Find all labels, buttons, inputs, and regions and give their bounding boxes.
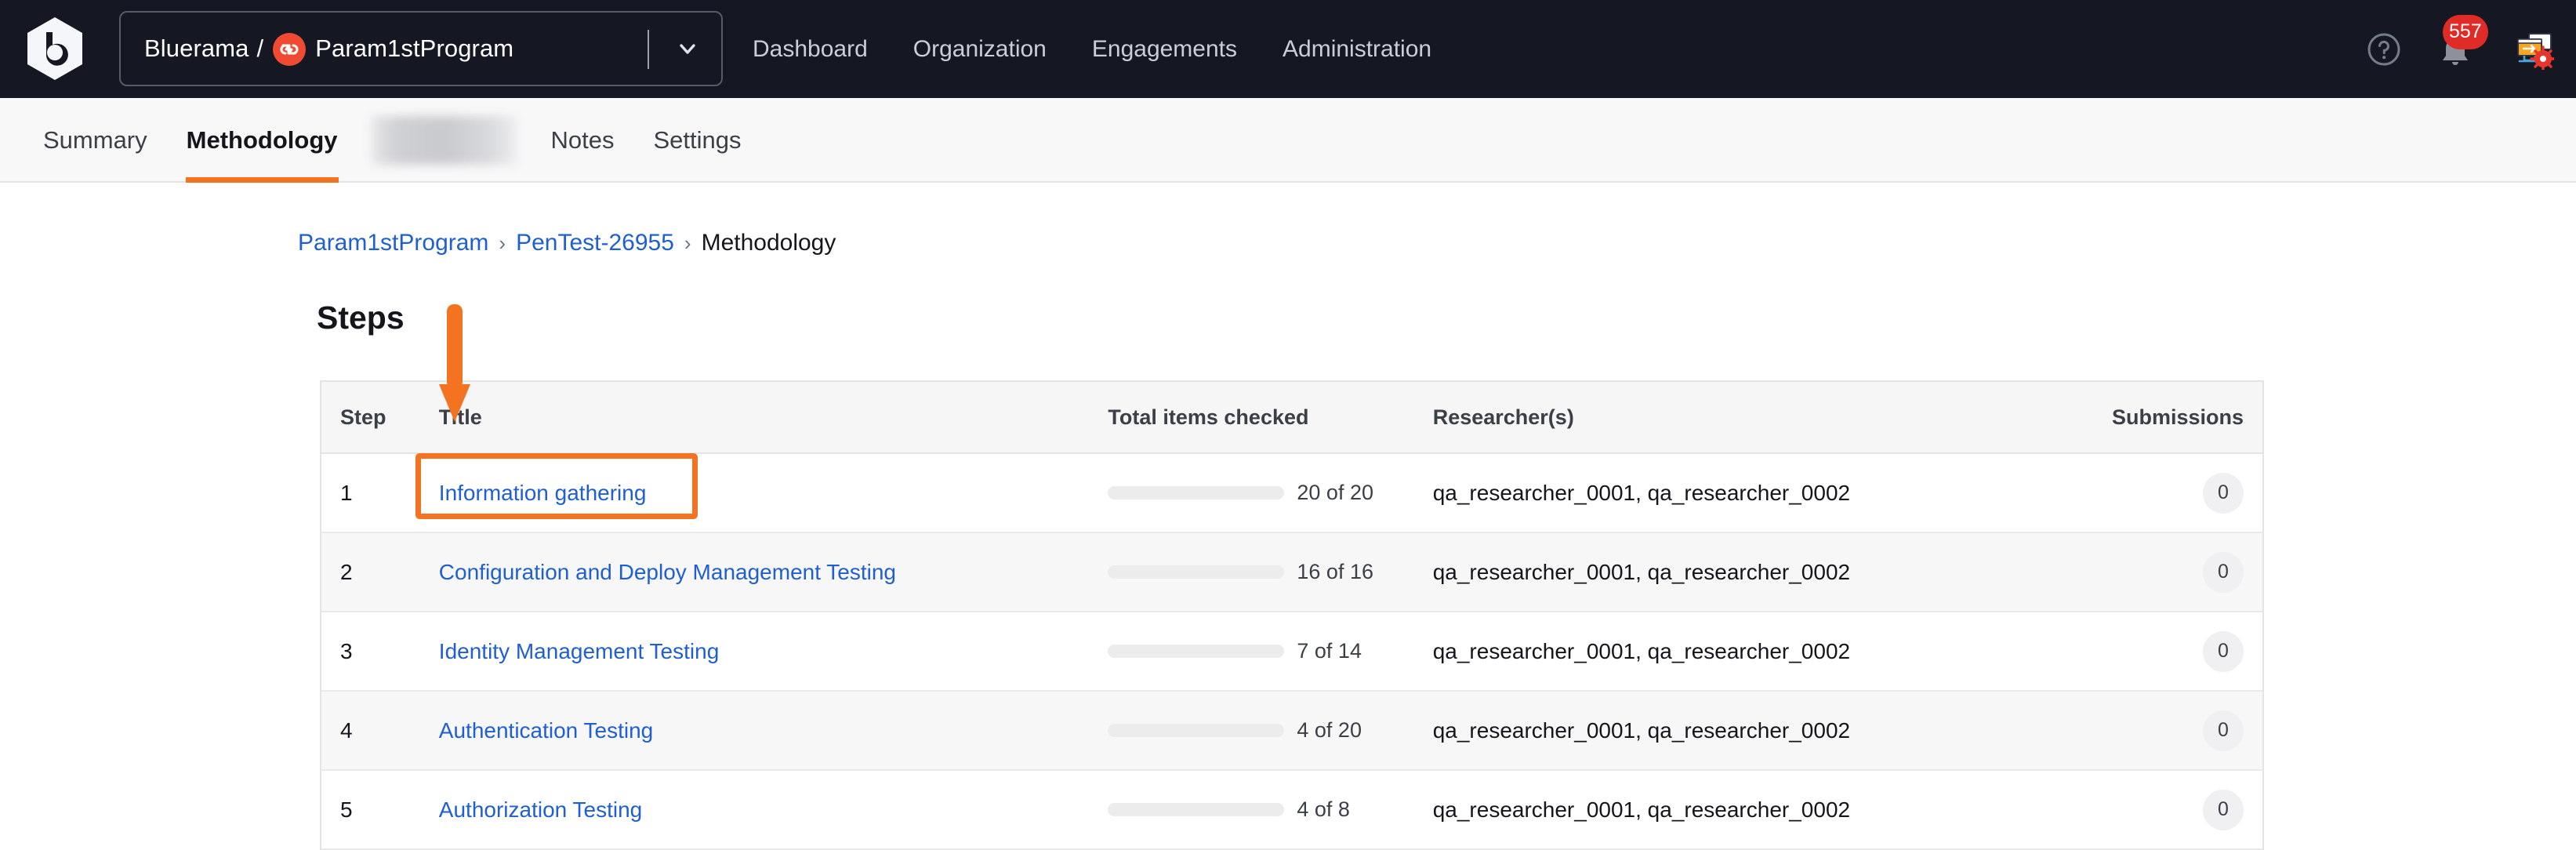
submissions-badge: 0 — [2203, 710, 2244, 751]
cell-title-link[interactable]: Configuration and Deploy Management Test… — [439, 560, 896, 584]
progress-label: 16 of 16 — [1297, 560, 1373, 583]
progress-bar — [1108, 724, 1285, 737]
cell-title-link[interactable]: Authentication Testing — [439, 718, 653, 743]
column-header-researchers: Researcher(s) — [1432, 405, 1574, 429]
column-header-submissions: Submissions — [2111, 405, 2244, 429]
cell-step: 3 — [340, 638, 353, 663]
nav-link-organization[interactable]: Organization — [913, 36, 1047, 63]
cell-total-items: 16 of 16 — [1108, 560, 1432, 584]
nav-link-dashboard[interactable]: Dashboard — [753, 36, 868, 63]
tab-notes-label: Notes — [550, 126, 615, 154]
notification-count-badge: 557 — [2443, 14, 2488, 49]
progress-label: 4 of 8 — [1297, 797, 1350, 821]
cell-step: 1 — [340, 480, 353, 505]
breadcrumb-item-methodology: Methodology — [701, 230, 836, 256]
cell-submissions: 0 — [2102, 710, 2262, 751]
table-header-row: Step Title Total items checked Researche… — [321, 382, 2262, 454]
bugcrowd-hexagon-logo — [27, 17, 82, 80]
table-row[interactable]: 1 Information gathering 20 of 20 qa_rese… — [321, 454, 2262, 533]
progress-bar — [1108, 565, 1285, 579]
program-avatar-icon — [273, 33, 307, 66]
topnav-right-icons: 557 — [2366, 0, 2554, 98]
cell-title-link[interactable]: Identity Management Testing — [439, 639, 719, 663]
breadcrumb-separator: › — [499, 231, 506, 255]
submissions-badge: 0 — [2203, 630, 2244, 672]
help-circle-icon[interactable] — [2366, 31, 2402, 67]
org-name-label: Bluerama — [144, 35, 249, 62]
cell-submissions: 0 — [2102, 551, 2262, 593]
submissions-badge: 0 — [2203, 551, 2244, 593]
tab-methodology[interactable]: Methodology — [167, 98, 357, 183]
column-header-step: Step — [340, 405, 386, 429]
cell-total-items: 7 of 14 — [1108, 639, 1432, 663]
cell-submissions: 0 — [2102, 630, 2262, 672]
cell-researchers: qa_researcher_0001, qa_researcher_0002 — [1432, 480, 1851, 505]
page-tab-bar: Summary Methodology Notes Settings — [0, 98, 2576, 183]
org-program-switcher[interactable]: Bluerama / Param1stProgram — [119, 11, 723, 86]
tab-settings-label: Settings — [653, 126, 742, 154]
cell-researchers: qa_researcher_0001, qa_researcher_0002 — [1432, 797, 1851, 822]
table-row[interactable]: 2 Configuration and Deploy Management Te… — [321, 533, 2262, 612]
submissions-badge: 0 — [2203, 472, 2244, 514]
progress-bar — [1108, 645, 1285, 658]
chevron-down-icon[interactable] — [676, 37, 699, 60]
table-row[interactable]: 4 Authentication Testing 4 of 20 qa_rese… — [321, 692, 2262, 771]
notifications-button[interactable]: 557 — [2436, 14, 2488, 71]
progress-label: 20 of 20 — [1297, 481, 1373, 504]
progress-bar — [1108, 486, 1285, 499]
tab-summary-label: Summary — [43, 126, 147, 154]
cell-total-items: 4 of 8 — [1108, 797, 1432, 822]
cell-total-items: 4 of 20 — [1108, 718, 1432, 743]
breadcrumb-separator: › — [684, 231, 691, 255]
bugcrowd-logo[interactable] — [14, 9, 96, 88]
program-name-label: Param1stProgram — [315, 35, 514, 62]
switcher-divider — [648, 30, 649, 69]
tab-notes[interactable]: Notes — [532, 98, 634, 183]
breadcrumb-item-program[interactable]: Param1stProgram — [298, 230, 488, 256]
cell-researchers: qa_researcher_0001, qa_researcher_0002 — [1432, 638, 1851, 663]
breadcrumb: Param1stProgram › PenTest-26955 › Method… — [298, 230, 836, 256]
tab-summary[interactable]: Summary — [24, 98, 167, 183]
app-settings-icon[interactable] — [2513, 29, 2554, 70]
progress-label: 4 of 20 — [1297, 718, 1362, 742]
org-separator: / — [256, 35, 264, 62]
cell-step: 2 — [340, 559, 353, 584]
cell-total-items: 20 of 20 — [1108, 481, 1432, 505]
column-header-title: Title — [438, 405, 482, 429]
page-title: Steps — [317, 300, 405, 336]
tab-methodology-label: Methodology — [186, 126, 338, 154]
cell-submissions: 0 — [2102, 472, 2262, 514]
tab-list: Summary Methodology Notes Settings — [24, 98, 761, 183]
submissions-badge: 0 — [2203, 789, 2244, 830]
primary-nav-links: Dashboard Organization Engagements Admin… — [753, 0, 1431, 98]
top-navigation-bar: Bluerama / Param1stProgram Dashboard Org… — [0, 0, 2576, 98]
tab-redacted[interactable] — [357, 98, 532, 183]
methodology-steps-table: Step Title Total items checked Researche… — [320, 380, 2264, 850]
column-header-total-items: Total items checked — [1108, 405, 1309, 429]
cell-title-link[interactable]: Authorization Testing — [439, 797, 642, 822]
cell-title-link[interactable]: Information gathering — [439, 481, 647, 505]
redacted-tab-label — [371, 116, 517, 165]
progress-bar — [1108, 803, 1285, 816]
progress-label: 7 of 14 — [1297, 639, 1362, 663]
cell-researchers: qa_researcher_0001, qa_researcher_0002 — [1432, 559, 1851, 584]
cell-researchers: qa_researcher_0001, qa_researcher_0002 — [1432, 717, 1851, 743]
cell-step: 5 — [340, 797, 353, 822]
nav-link-engagements[interactable]: Engagements — [1092, 36, 1237, 63]
cell-submissions: 0 — [2102, 789, 2262, 830]
nav-link-administration[interactable]: Administration — [1283, 36, 1431, 63]
table-row[interactable]: 3 Identity Management Testing 7 of 14 qa… — [321, 612, 2262, 692]
cell-step: 4 — [340, 717, 353, 743]
table-row[interactable]: 5 Authorization Testing 4 of 8 qa_resear… — [321, 771, 2262, 850]
tab-settings[interactable]: Settings — [633, 98, 760, 183]
breadcrumb-item-pentest[interactable]: PenTest-26955 — [516, 230, 674, 256]
